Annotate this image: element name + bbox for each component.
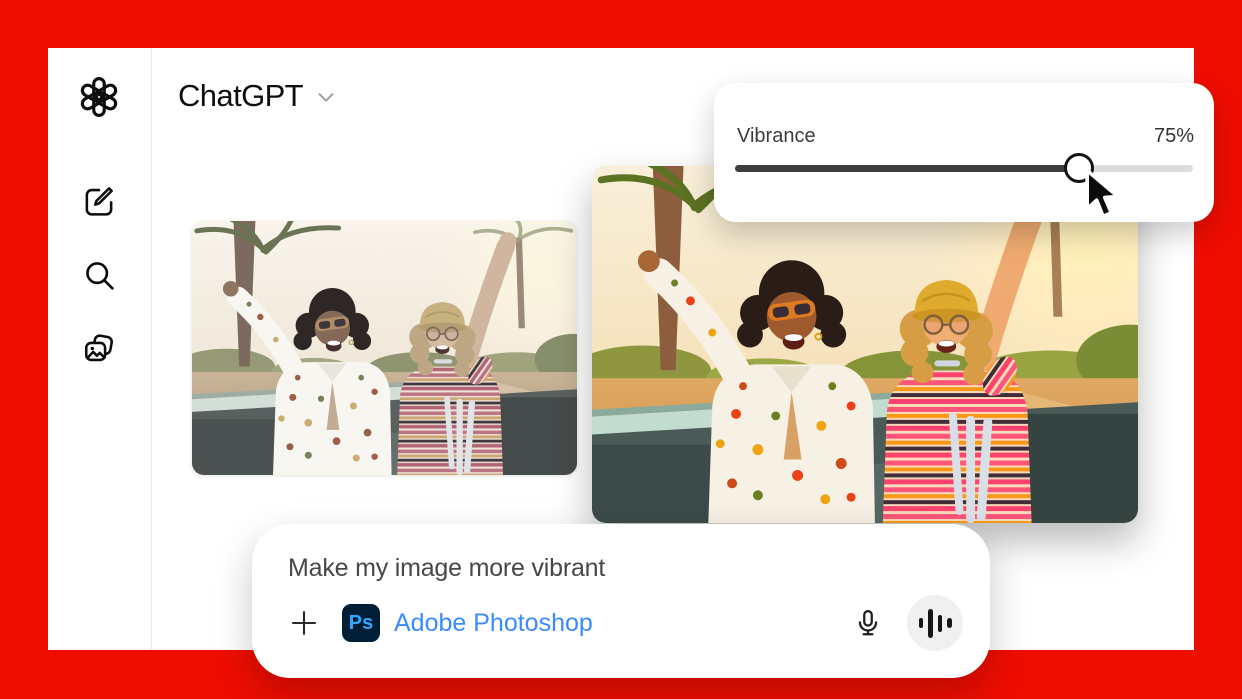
plus-icon	[289, 608, 319, 638]
vibrance-panel: Vibrance 75%	[714, 83, 1214, 222]
microphone-icon	[853, 608, 883, 638]
prompt-input[interactable]: Make my image more vibrant	[288, 554, 605, 583]
vibrance-slider-thumb[interactable]	[1064, 153, 1094, 183]
vibrance-label: Vibrance	[737, 125, 816, 148]
page-title: ChatGPT	[178, 78, 303, 114]
search-icon[interactable]	[77, 253, 121, 297]
vibrance-slider-fill	[735, 165, 1079, 172]
openai-logo[interactable]	[77, 75, 121, 119]
photoshop-app-name: Adobe Photoshop	[394, 609, 593, 638]
chevron-down-icon	[315, 86, 337, 113]
photoshop-app-chip[interactable]: Ps Adobe Photoshop	[342, 604, 593, 642]
library-icon[interactable]	[77, 327, 121, 371]
new-chat-icon[interactable]	[77, 179, 121, 223]
original-photo[interactable]	[192, 221, 577, 475]
dictation-button[interactable]	[851, 606, 885, 640]
sidebar	[48, 48, 152, 650]
vibrance-value: 75%	[1154, 125, 1194, 148]
model-switcher[interactable]: ChatGPT	[178, 78, 337, 114]
chat-composer[interactable]: Make my image more vibrant Ps Adobe Phot…	[252, 524, 990, 678]
attach-button[interactable]	[288, 607, 320, 639]
voice-mode-button[interactable]	[907, 595, 963, 651]
vibrance-slider[interactable]	[735, 165, 1193, 172]
photoshop-icon: Ps	[342, 604, 380, 642]
voice-wave-icon	[919, 618, 924, 628]
